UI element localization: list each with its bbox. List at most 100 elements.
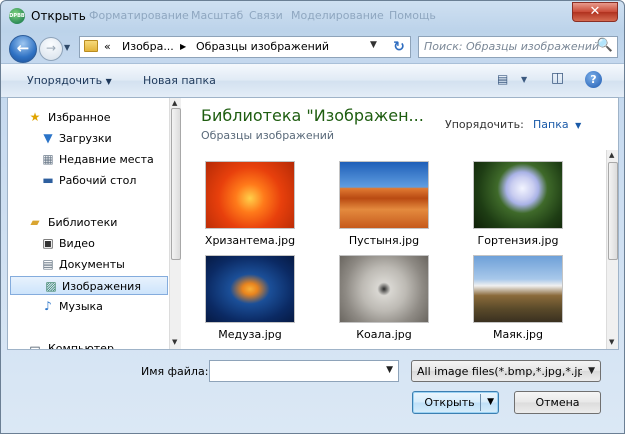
sidebar-item[interactable]: ▣ Видео xyxy=(8,234,168,253)
file-tile[interactable]: Медуза.jpg xyxy=(195,255,305,349)
sidebar-item-label: Компьютер xyxy=(48,342,114,349)
organize-dropdown-icon: ▼ xyxy=(105,77,112,86)
sidebar-item[interactable]: ★ Избранное xyxy=(8,108,168,127)
address-dropdown-icon[interactable]: ▼ xyxy=(370,40,377,50)
image-thumbnail[interactable] xyxy=(339,255,429,323)
search-input[interactable]: Поиск: Образцы изображений 🔍 xyxy=(418,36,618,58)
navigation-scrollbar[interactable]: ▲ ▼ xyxy=(169,98,181,349)
scroll-down-icon[interactable]: ▼ xyxy=(609,338,614,346)
file-tile[interactable]: Гортензия.jpg xyxy=(463,161,573,257)
sidebar-item-label: Избранное xyxy=(48,111,111,124)
libraries-icon: ▰ xyxy=(30,215,40,229)
ghost-menu-help: Помощь xyxy=(389,9,436,22)
sidebar-item-label: Видео xyxy=(59,237,95,250)
window-title: Открыть xyxy=(31,9,86,23)
file-type-value: All image files(*.bmp,*.jpg,*.jpeg xyxy=(417,365,582,378)
image-thumbnail[interactable] xyxy=(339,161,429,229)
scroll-down-icon[interactable]: ▼ xyxy=(172,338,177,346)
file-tile[interactable]: Маяк.jpg xyxy=(463,255,573,349)
scroll-up-icon[interactable]: ▲ xyxy=(172,99,177,107)
file-name-label: Гортензия.jpg xyxy=(477,234,559,247)
cancel-button[interactable]: Отмена xyxy=(514,391,601,414)
image-thumbnail[interactable] xyxy=(205,255,295,323)
file-tile[interactable]: Коала.jpg xyxy=(329,255,439,349)
open-button[interactable]: Открыть ▼ xyxy=(412,391,499,414)
file-tile[interactable]: Пустыня.jpg xyxy=(329,161,439,257)
sidebar-item[interactable]: ▭ Компьютер xyxy=(8,339,168,349)
filename-input[interactable]: ▼ xyxy=(209,360,399,382)
help-button[interactable]: ? xyxy=(585,71,602,88)
forward-button[interactable]: → xyxy=(39,37,63,61)
library-subtitle: Образцы изображений xyxy=(201,129,335,142)
sidebar-item-label: Рабочий стол xyxy=(59,174,137,187)
sidebar-item[interactable]: ▨ Изображения xyxy=(10,276,168,295)
sidebar-item-label: Недавние места xyxy=(59,153,154,166)
file-name-label: Медуза.jpg xyxy=(218,328,282,341)
open-dropdown-icon[interactable]: ▼ xyxy=(487,392,494,413)
breadcrumb-item-pictures[interactable]: Изобра... xyxy=(122,40,174,53)
star-icon: ★ xyxy=(29,110,41,124)
command-toolbar: Упорядочить ▼ Новая папка ▤ ▼ ◫ ? xyxy=(1,63,624,98)
sidebar-item[interactable]: ▰ Библиотеки xyxy=(8,213,168,232)
arrange-dropdown-icon: ▼ xyxy=(575,121,582,130)
file-view-scrollbar[interactable]: ▲ ▼ xyxy=(606,150,618,349)
ghost-menu-links: Связи xyxy=(249,9,283,22)
file-name-label: Хризантема.jpg xyxy=(204,234,296,247)
navigation-pane: ★ Избранное ▼ Загрузки ▦ Недавние места ▬ Рабоч… xyxy=(8,98,180,349)
image-thumbnail[interactable] xyxy=(473,161,563,229)
sidebar-item-label: Библиотеки xyxy=(48,216,118,229)
sidebar-item[interactable]: ▦ Недавние места xyxy=(8,150,168,169)
search-icon[interactable]: 🔍 xyxy=(597,38,613,53)
sidebar-item-label: Музыка xyxy=(59,300,103,313)
scroll-up-icon[interactable]: ▲ xyxy=(609,151,614,159)
preview-pane-icon[interactable]: ◫ xyxy=(551,70,564,86)
title-bar[interactable]: DPBB Открыть Форматирование Масштаб Связ… xyxy=(1,1,624,31)
sidebar-item-label: Загрузки xyxy=(59,132,112,145)
breadcrumb-overflow[interactable]: « xyxy=(104,40,111,53)
file-name-label: Коала.jpg xyxy=(356,328,412,341)
breadcrumb-separator-icon[interactable]: ▶ xyxy=(180,42,186,51)
image-thumbnail[interactable] xyxy=(205,161,295,229)
forward-arrow-icon: → xyxy=(45,41,57,55)
file-type-dropdown-icon: ▼ xyxy=(588,366,595,376)
computer-icon: ▭ xyxy=(29,341,41,349)
image-thumbnail[interactable] xyxy=(473,255,563,323)
new-folder-button[interactable]: Новая папка xyxy=(143,74,216,87)
history-dropdown-icon[interactable]: ▼ xyxy=(64,43,70,52)
scroll-thumb[interactable] xyxy=(608,162,618,260)
sidebar-item[interactable]: ▼ Загрузки xyxy=(8,129,168,148)
arrange-by-value: Папка xyxy=(533,118,569,131)
navigation-bar: ← → ▼ « Изобра... ▶ Образцы изображений … xyxy=(1,31,624,63)
close-button[interactable]: ✕ xyxy=(572,2,618,22)
refresh-icon[interactable]: ↻ xyxy=(388,36,410,58)
sidebar-item[interactable]: ▤ Документы xyxy=(8,255,168,274)
help-icon: ? xyxy=(590,73,597,86)
address-bar[interactable]: « Изобра... ▶ Образцы изображений ▼ ↻ xyxy=(79,36,411,58)
sidebar-item[interactable]: ♪ Музыка xyxy=(8,297,168,316)
downloads-folder-icon: ▼ xyxy=(43,131,53,145)
filename-dropdown-icon[interactable]: ▼ xyxy=(386,365,393,375)
ghost-menu-format: Форматирование xyxy=(89,9,189,22)
search-placeholder: Поиск: Образцы изображений xyxy=(424,40,600,53)
scroll-thumb[interactable] xyxy=(171,108,181,260)
organize-button[interactable]: Упорядочить ▼ xyxy=(27,74,112,87)
back-button[interactable]: ← xyxy=(9,35,37,63)
app-icon: DPBB xyxy=(9,8,25,24)
change-view-icon[interactable]: ▤ xyxy=(497,72,508,86)
recent-places-icon: ▦ xyxy=(42,152,54,166)
open-button-label: Открыть xyxy=(424,396,475,409)
library-title: Библиотека "Изображен... xyxy=(201,106,424,125)
breadcrumb-item-sample-pictures[interactable]: Образцы изображений xyxy=(196,40,329,53)
file-type-select[interactable]: All image files(*.bmp,*.jpg,*.jpeg ▼ xyxy=(411,360,601,382)
browser-area: ★ Избранное ▼ Загрузки ▦ Недавние места ▬ Рабоч… xyxy=(7,97,619,350)
arrange-by-dropdown[interactable]: Папка ▼ xyxy=(533,118,581,131)
sidebar-item[interactable]: ▬ Рабочий стол xyxy=(8,171,168,190)
file-tile[interactable]: Хризантема.jpg xyxy=(195,161,305,257)
file-name-label: Маяк.jpg xyxy=(492,328,543,341)
folder-icon xyxy=(84,40,98,52)
file-view: Библиотека "Изображен... Образцы изображ… xyxy=(181,98,618,349)
organize-label: Упорядочить xyxy=(27,74,103,87)
sidebar-item-label: Изображения xyxy=(62,280,141,293)
view-dropdown-icon[interactable]: ▼ xyxy=(521,75,527,84)
documents-library-icon: ▤ xyxy=(42,257,54,271)
